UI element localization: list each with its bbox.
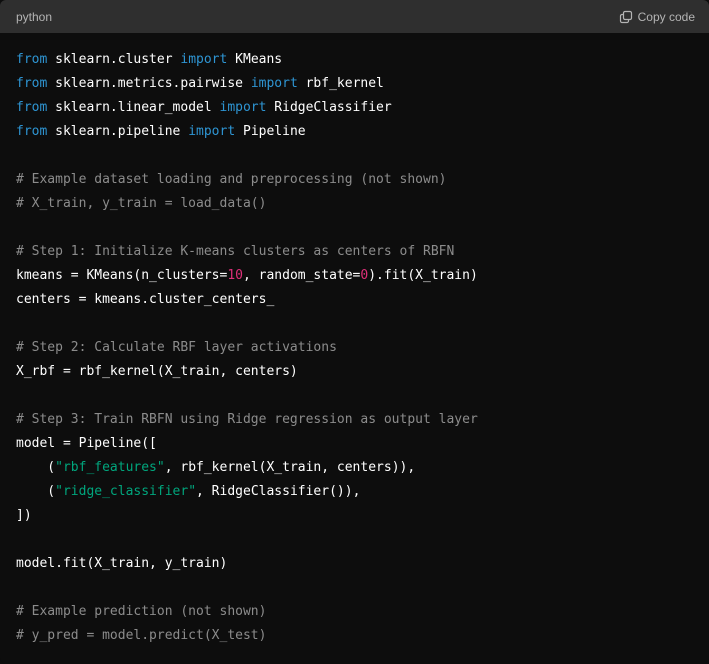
code-comment: # Step 1: Initialize K-means clusters as… xyxy=(16,244,455,259)
code-line: # Example prediction (not shown) xyxy=(16,600,693,624)
code-line: X_rbf = rbf_kernel(X_train, centers) xyxy=(16,360,693,384)
code-text: , rbf_kernel(X_train, centers)), xyxy=(164,460,416,475)
code-number: 10 xyxy=(227,268,243,283)
code-keyword: from xyxy=(16,124,48,139)
code-text: ( xyxy=(16,460,56,475)
code-comment: # Step 2: Calculate RBF layer activation… xyxy=(16,340,337,355)
code-keyword: from xyxy=(16,100,48,115)
code-line: centers = kmeans.cluster_centers_ xyxy=(16,288,693,312)
code-keyword: import xyxy=(250,76,298,91)
code-comment: # Example dataset loading and preprocess… xyxy=(16,172,447,187)
code-text: X_rbf = rbf_kernel(X_train, centers) xyxy=(16,364,298,379)
code-line: from sklearn.pipeline import Pipeline xyxy=(16,120,693,144)
code-text: ]) xyxy=(16,508,32,523)
code-line: from sklearn.cluster import KMeans xyxy=(16,48,693,72)
code-comment: # Example prediction (not shown) xyxy=(16,604,267,619)
code-text: centers = kmeans.cluster_centers_ xyxy=(16,292,275,307)
code-line: # Step 1: Initialize K-means clusters as… xyxy=(16,240,693,264)
code-line: model.fit(X_train, y_train) xyxy=(16,552,693,576)
code-line: kmeans = KMeans(n_clusters=10, random_st… xyxy=(16,264,693,288)
language-label: python xyxy=(16,9,53,24)
code-line: ]) xyxy=(16,504,693,528)
code-line: ("ridge_classifier", RidgeClassifier()), xyxy=(16,480,693,504)
code-line: # Step 3: Train RBFN using Ridge regress… xyxy=(16,408,693,432)
code-string: "rbf_features" xyxy=(55,460,165,475)
code-keyword: import xyxy=(219,100,267,115)
code-line: # Step 2: Calculate RBF layer activation… xyxy=(16,336,693,360)
code-line: ("rbf_features", rbf_kernel(X_train, cen… xyxy=(16,456,693,480)
code-text: , random_state= xyxy=(242,268,361,283)
copy-code-button[interactable]: Copy code xyxy=(619,10,695,24)
code-keyword: import xyxy=(180,52,228,67)
code-line: # X_train, y_train = load_data() xyxy=(16,192,693,216)
copy-icon xyxy=(619,10,633,24)
code-text: model = Pipeline([ xyxy=(16,436,157,451)
code-comment: # y_pred = model.predict(X_test) xyxy=(16,628,267,643)
code-comment: # Step 3: Train RBFN using Ridge regress… xyxy=(16,412,478,427)
code-line: from sklearn.metrics.pairwise import rbf… xyxy=(16,72,693,96)
code-text: sklearn.metrics.pairwise xyxy=(47,76,251,91)
copy-code-label: Copy code xyxy=(637,9,695,24)
code-text: sklearn.cluster xyxy=(47,52,181,67)
code-keyword: import xyxy=(188,124,236,139)
code-line: from sklearn.linear_model import RidgeCl… xyxy=(16,96,693,120)
code-string: "ridge_classifier" xyxy=(55,484,197,499)
code-text: Pipeline xyxy=(235,124,306,139)
code-line: # Example dataset loading and preprocess… xyxy=(16,168,693,192)
code-text: ( xyxy=(16,484,56,499)
code-text: sklearn.linear_model xyxy=(47,100,220,115)
code-text: kmeans = KMeans(n_clusters= xyxy=(16,268,228,283)
code-text: , RidgeClassifier()), xyxy=(196,484,361,499)
code-line: # y_pred = model.predict(X_test) xyxy=(16,624,693,648)
code-text: sklearn.pipeline xyxy=(47,124,189,139)
code-block: python Copy code from sklearn.cluster im… xyxy=(0,0,709,664)
code-text: model.fit(X_train, y_train) xyxy=(16,556,228,571)
code-text: rbf_kernel xyxy=(297,76,384,91)
code-text: KMeans xyxy=(227,52,283,67)
code-block-header: python Copy code xyxy=(0,0,709,33)
code-keyword: from xyxy=(16,76,48,91)
code-text: ).fit(X_train) xyxy=(368,268,478,283)
code-keyword: from xyxy=(16,52,48,67)
code-line: model = Pipeline([ xyxy=(16,432,693,456)
code-content[interactable]: from sklearn.cluster import KMeans from s… xyxy=(0,33,709,648)
code-comment: # X_train, y_train = load_data() xyxy=(16,196,267,211)
code-text: RidgeClassifier xyxy=(266,100,392,115)
